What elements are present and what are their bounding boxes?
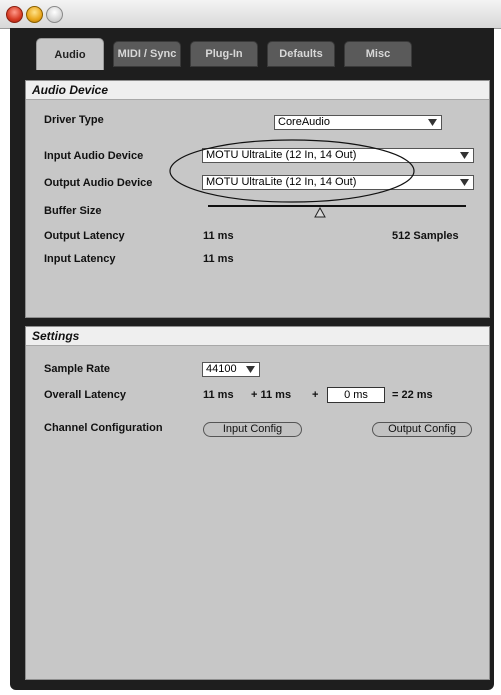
buffer-samples-value: 512 Samples bbox=[392, 230, 459, 242]
driver-type-value: CoreAudio bbox=[278, 116, 330, 128]
output-latency-label: Output Latency bbox=[44, 230, 125, 242]
tab-plug-in[interactable]: Plug-In bbox=[190, 41, 258, 67]
tab-misc[interactable]: Misc bbox=[344, 41, 412, 67]
triangle-up-icon[interactable] bbox=[314, 207, 326, 218]
tab-label: Misc bbox=[365, 48, 391, 60]
overall-latency-total: = 22 ms bbox=[392, 389, 433, 401]
preferences-window: Audio MIDI / Sync Plug-In Defaults Misc … bbox=[0, 0, 501, 695]
plus-sign: + bbox=[312, 389, 319, 401]
tab-label: Audio bbox=[54, 48, 86, 61]
sample-rate-label: Sample Rate bbox=[44, 363, 111, 375]
output-device-label: Output Audio Device bbox=[44, 177, 153, 189]
tab-label: Plug-In bbox=[205, 48, 243, 60]
overall-latency-label: Overall Latency bbox=[44, 389, 126, 401]
tab-midi-sync[interactable]: MIDI / Sync bbox=[113, 41, 181, 67]
tab-label: MIDI / Sync bbox=[117, 48, 177, 60]
title-bar bbox=[0, 0, 501, 29]
tab-label: Defaults bbox=[279, 48, 323, 60]
output-config-button[interactable]: Output Config bbox=[372, 422, 472, 437]
input-latency-value: 11 ms bbox=[203, 253, 234, 265]
triangle-down-icon bbox=[246, 366, 255, 373]
channel-config-label: Channel Configuration bbox=[44, 422, 163, 434]
latency-offset-field[interactable]: 0 ms bbox=[327, 387, 385, 403]
buffer-size-slider-track[interactable] bbox=[208, 205, 466, 207]
input-config-button[interactable]: Input Config bbox=[203, 422, 302, 437]
overall-latency-input: + 11 ms bbox=[251, 389, 292, 401]
tab-defaults[interactable]: Defaults bbox=[267, 41, 335, 67]
overall-latency-output: 11 ms bbox=[203, 389, 234, 401]
output-latency-value: 11 ms bbox=[203, 230, 234, 242]
section-title: Settings bbox=[26, 327, 489, 346]
highlight-ellipse bbox=[169, 139, 415, 203]
zoom-icon[interactable] bbox=[46, 6, 63, 23]
triangle-down-icon bbox=[460, 152, 469, 159]
settings-panel: Settings bbox=[25, 326, 490, 680]
triangle-down-icon bbox=[460, 179, 469, 186]
minimize-icon[interactable] bbox=[26, 6, 43, 23]
driver-type-select[interactable]: CoreAudio bbox=[274, 115, 442, 130]
input-device-label: Input Audio Device bbox=[44, 150, 144, 162]
section-title: Audio Device bbox=[26, 81, 489, 100]
sample-rate-value: 44100 bbox=[206, 363, 237, 375]
sample-rate-select[interactable]: 44100 bbox=[202, 362, 260, 377]
input-latency-label: Input Latency bbox=[44, 253, 116, 265]
buffer-size-label: Buffer Size bbox=[44, 205, 102, 217]
close-icon[interactable] bbox=[6, 6, 23, 23]
tab-audio[interactable]: Audio bbox=[36, 38, 104, 70]
triangle-down-icon bbox=[428, 119, 437, 126]
driver-type-label: Driver Type bbox=[44, 114, 104, 126]
